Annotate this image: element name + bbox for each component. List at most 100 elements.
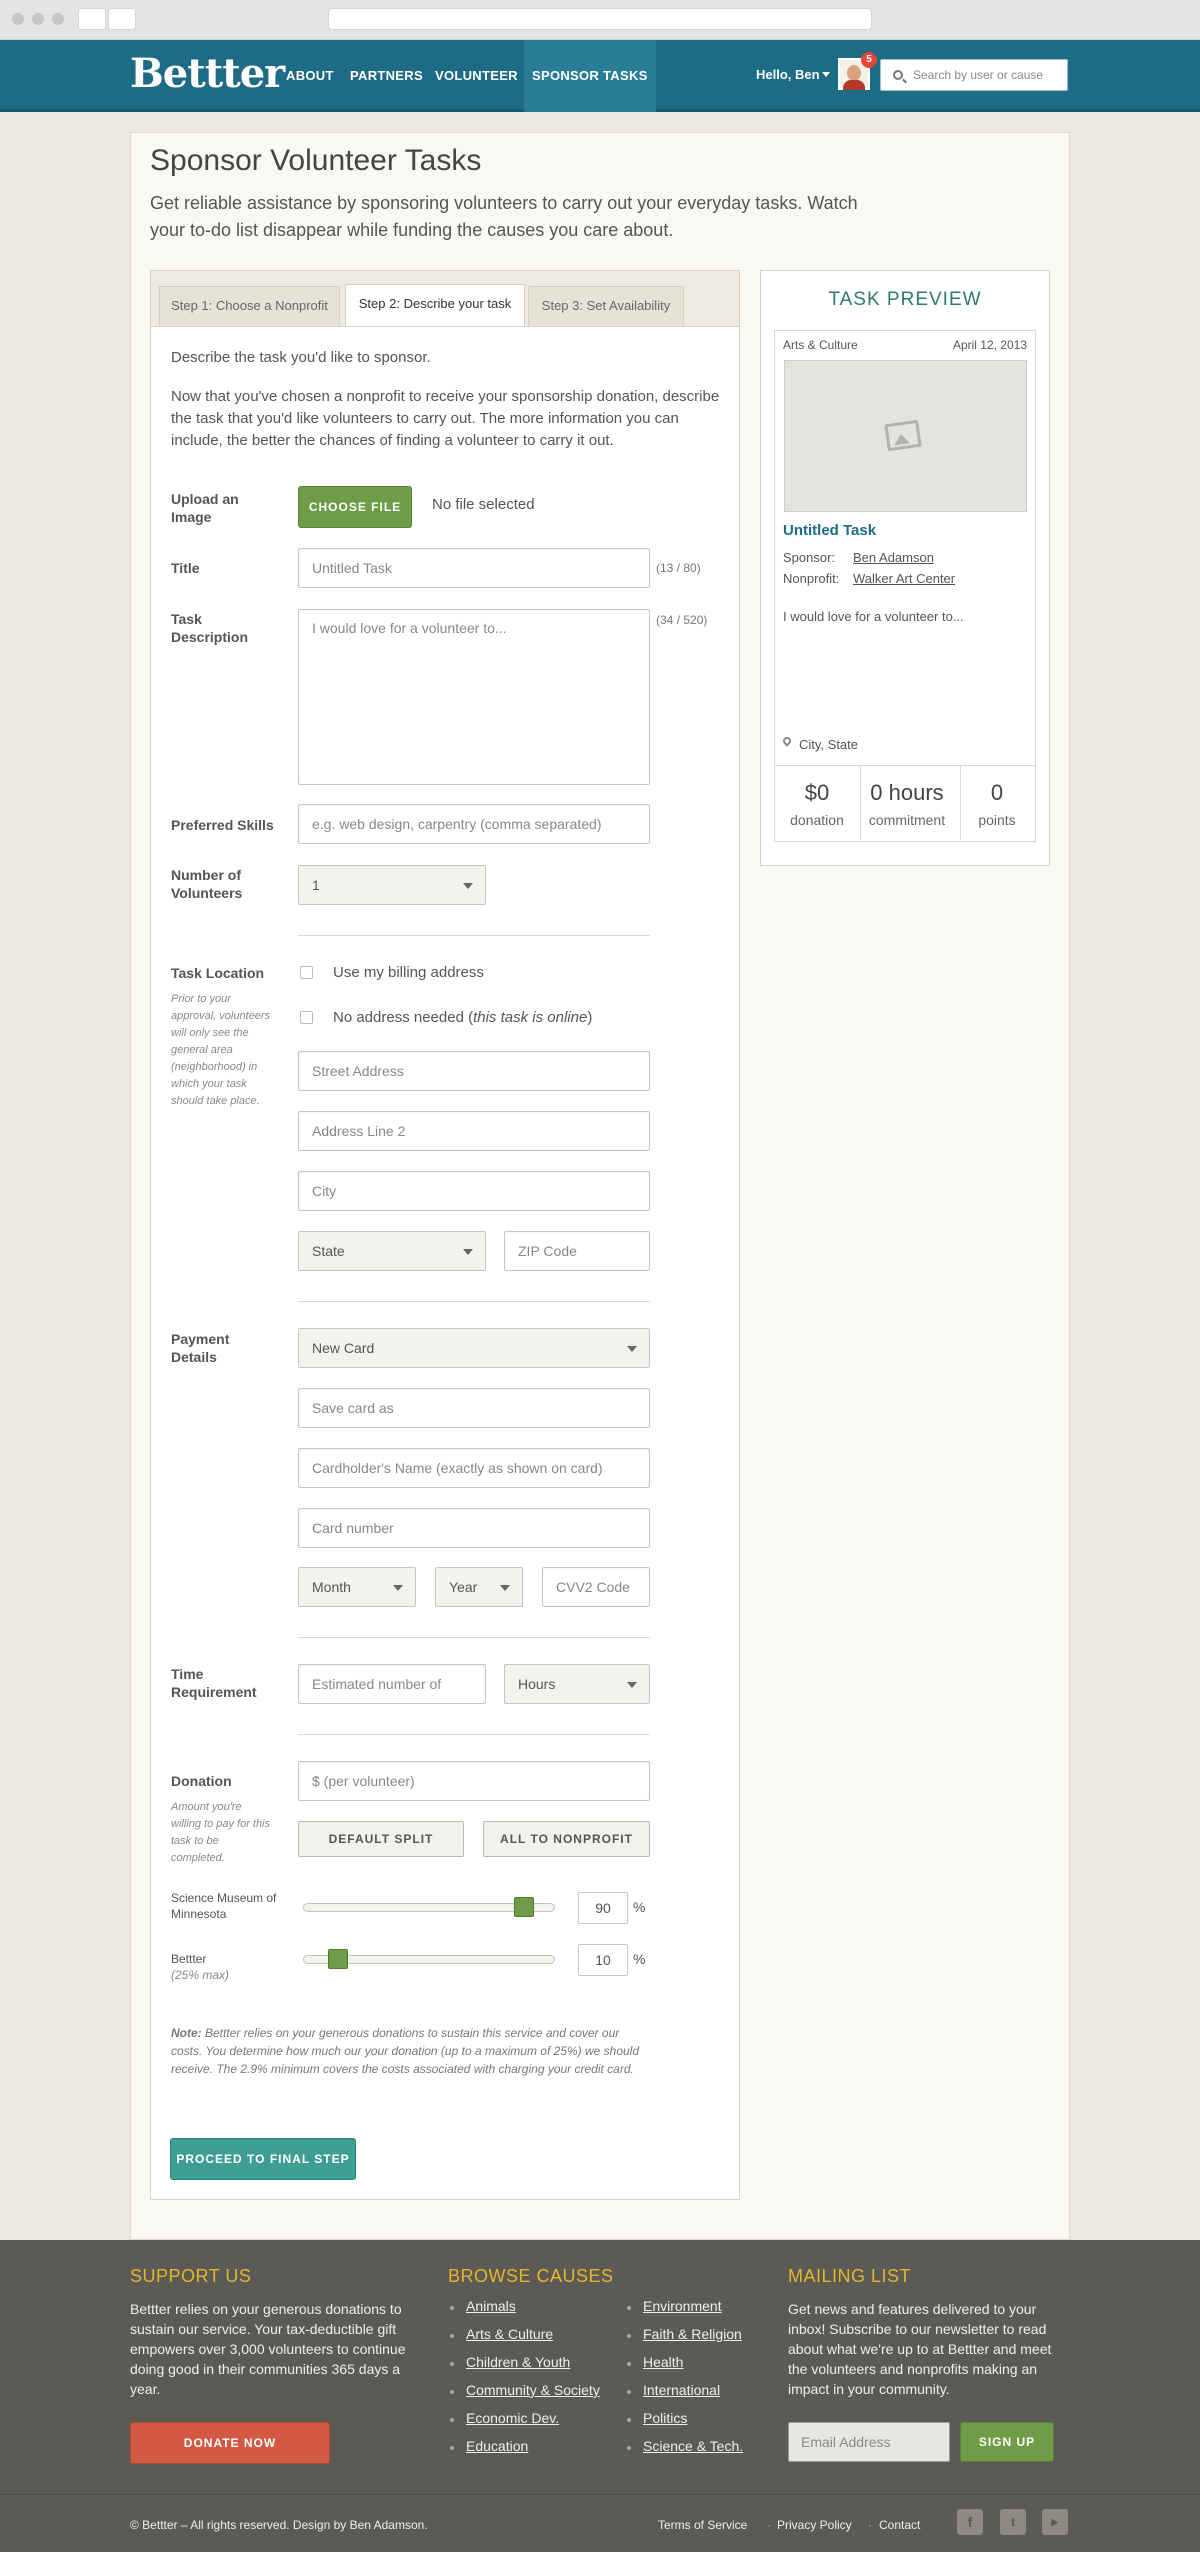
state-select[interactable]: State bbox=[298, 1231, 486, 1271]
notification-badge[interactable]: 5 bbox=[861, 52, 877, 68]
youtube-icon[interactable]: ▶ bbox=[1042, 2509, 1068, 2535]
title-input[interactable]: Untitled Task bbox=[298, 548, 650, 588]
no-address-checkbox[interactable] bbox=[300, 1011, 313, 1024]
nonprofit-percent-input[interactable]: 90 bbox=[578, 1892, 628, 1924]
donation-label: Donation bbox=[171, 1773, 232, 1789]
cause-link[interactable]: Children & Youth bbox=[466, 2354, 570, 2370]
copyright: © Bettter – All rights reserved. Design … bbox=[130, 2518, 428, 2532]
no-address-close: ) bbox=[587, 1009, 593, 1026]
tab-step-2[interactable]: Step 2: Describe your task bbox=[345, 284, 525, 326]
preview-stat-commitment: 0 hours commitment bbox=[865, 766, 949, 840]
footer-separator: · bbox=[868, 2518, 872, 2532]
mailing-list-text: Get news and features delivered to your … bbox=[788, 2301, 1052, 2397]
cause-link[interactable]: Economic Dev. bbox=[466, 2410, 559, 2426]
cause-link[interactable]: Arts & Culture bbox=[466, 2326, 553, 2342]
address-line-2-input[interactable]: Address Line 2 bbox=[298, 1111, 650, 1151]
cause-link[interactable]: Environment bbox=[643, 2298, 722, 2314]
choose-file-button[interactable]: CHOOSE FILE bbox=[298, 486, 412, 528]
volunteers-select[interactable]: 1 bbox=[298, 865, 486, 905]
time-estimate-input[interactable]: Estimated number of bbox=[298, 1664, 486, 1704]
time-label: Time Requirement bbox=[171, 1666, 257, 1700]
stat-value: $0 bbox=[804, 780, 830, 805]
tab-step-3[interactable]: Step 3: Set Availability bbox=[528, 286, 684, 326]
window-close-dot[interactable] bbox=[12, 13, 24, 25]
sign-up-button[interactable]: SIGN UP bbox=[960, 2422, 1054, 2462]
window-maximize-dot[interactable] bbox=[52, 13, 64, 25]
proceed-button[interactable]: PROCEED TO FINAL STEP bbox=[170, 2138, 356, 2180]
footer-link-contact[interactable]: Contact bbox=[879, 2518, 920, 2532]
site-logo[interactable]: Bettter bbox=[130, 50, 285, 97]
cvv-input[interactable]: CVV2 Code bbox=[542, 1567, 650, 1607]
preview-sponsor-link[interactable]: Ben Adamson bbox=[853, 550, 934, 565]
billing-address-checkbox[interactable] bbox=[300, 966, 313, 979]
split-nonprofit-label: Science Museum of Minnesota bbox=[171, 1891, 277, 1921]
nonprofit-split-handle[interactable] bbox=[513, 1897, 534, 1917]
nav-volunteer[interactable]: VOLUNTEER bbox=[435, 40, 518, 112]
card-select[interactable]: New Card bbox=[298, 1328, 650, 1368]
split-bettter-hint: (25% max) bbox=[171, 1968, 230, 1982]
chevron-down-icon bbox=[463, 883, 473, 889]
all-to-nonprofit-button[interactable]: ALL TO NONPROFIT bbox=[483, 1821, 650, 1857]
donation-input[interactable]: $ (per volunteer) bbox=[298, 1761, 650, 1801]
nav-about[interactable]: ABOUT bbox=[286, 40, 334, 112]
cause-link[interactable]: Politics bbox=[643, 2410, 687, 2426]
chevron-down-icon bbox=[463, 1249, 473, 1255]
default-split-button[interactable]: DEFAULT SPLIT bbox=[298, 1821, 464, 1857]
card-number-input[interactable]: Card number bbox=[298, 1508, 650, 1548]
skills-input[interactable]: e.g. web design, carpentry (comma separa… bbox=[298, 804, 650, 844]
split-bettter-label: Bettter (25% max) bbox=[171, 1951, 281, 1983]
save-card-input[interactable]: Save card as bbox=[298, 1388, 650, 1428]
bettter-split-handle[interactable] bbox=[328, 1949, 349, 1969]
cause-link[interactable]: Community & Society bbox=[466, 2382, 600, 2398]
bullet-icon bbox=[450, 2390, 454, 2394]
cause-link[interactable]: Science & Tech. bbox=[643, 2438, 743, 2454]
location-label: Task Location bbox=[171, 965, 265, 981]
month-select[interactable]: Month bbox=[298, 1567, 416, 1607]
preview-stat-points: 0 points bbox=[955, 766, 1039, 840]
bettter-percent-input[interactable]: 10 bbox=[578, 1944, 628, 1976]
footer-link-privacy[interactable]: Privacy Policy bbox=[777, 2518, 852, 2532]
bullet-icon bbox=[627, 2418, 631, 2422]
description-textarea[interactable]: I would love for a volunteer to... bbox=[298, 609, 650, 785]
nav-partners[interactable]: PARTNERS bbox=[350, 40, 423, 112]
cause-link[interactable]: Education bbox=[466, 2438, 528, 2454]
newsletter-email-input[interactable]: Email Address bbox=[788, 2422, 950, 2462]
cause-link[interactable]: Faith & Religion bbox=[643, 2326, 742, 2342]
cause-link[interactable]: Animals bbox=[466, 2298, 516, 2314]
browse-causes-heading: BROWSE CAUSES bbox=[448, 2266, 614, 2286]
chevron-down-icon bbox=[627, 1346, 637, 1352]
cardholder-name-input[interactable]: Cardholder's Name (exactly as shown on c… bbox=[298, 1448, 650, 1488]
preview-date: April 12, 2013 bbox=[952, 338, 1027, 352]
browser-chrome bbox=[0, 0, 1200, 40]
nav-sponsor-tasks[interactable]: SPONSOR TASKS bbox=[524, 40, 656, 112]
year-select[interactable]: Year bbox=[435, 1567, 523, 1607]
tab-step-1[interactable]: Step 1: Choose a Nonprofit bbox=[159, 286, 340, 326]
cause-link[interactable]: International bbox=[643, 2382, 720, 2398]
form-description: Now that you've chosen a nonprofit to re… bbox=[171, 388, 720, 449]
stat-value: 0 hours bbox=[870, 780, 944, 805]
forward-button[interactable] bbox=[108, 8, 136, 30]
address-bar[interactable] bbox=[328, 8, 872, 30]
twitter-icon[interactable]: t bbox=[1000, 2509, 1026, 2535]
street-address-input[interactable]: Street Address bbox=[298, 1051, 650, 1091]
donation-hint: Amount you're willing to pay for this ta… bbox=[171, 1801, 271, 1864]
window-minimize-dot[interactable] bbox=[32, 13, 44, 25]
state-value: State bbox=[312, 1243, 345, 1259]
zip-code-input[interactable]: ZIP Code bbox=[504, 1231, 650, 1271]
preview-nonprofit-link[interactable]: Walker Art Center bbox=[853, 571, 955, 586]
hours-select[interactable]: Hours bbox=[504, 1664, 650, 1704]
facebook-icon[interactable]: f bbox=[957, 2509, 983, 2535]
back-button[interactable] bbox=[78, 8, 106, 30]
footer-link-terms[interactable]: Terms of Service bbox=[658, 2518, 747, 2532]
preview-task-title[interactable]: Untitled Task bbox=[783, 522, 876, 539]
percent-sign: % bbox=[633, 1951, 646, 1967]
user-menu-greeting[interactable]: Hello, Ben bbox=[756, 67, 820, 82]
mailing-list-heading: MAILING LIST bbox=[788, 2266, 912, 2286]
skills-label: Preferred Skills bbox=[171, 817, 274, 833]
cause-link[interactable]: Health bbox=[643, 2354, 683, 2370]
donate-now-button[interactable]: DONATE NOW bbox=[130, 2422, 330, 2464]
city-input[interactable]: City bbox=[298, 1171, 650, 1211]
search-input[interactable]: Search by user or cause bbox=[880, 59, 1068, 91]
chevron-down-icon[interactable] bbox=[822, 72, 830, 77]
volunteers-label: Number of Volunteers bbox=[171, 867, 243, 901]
